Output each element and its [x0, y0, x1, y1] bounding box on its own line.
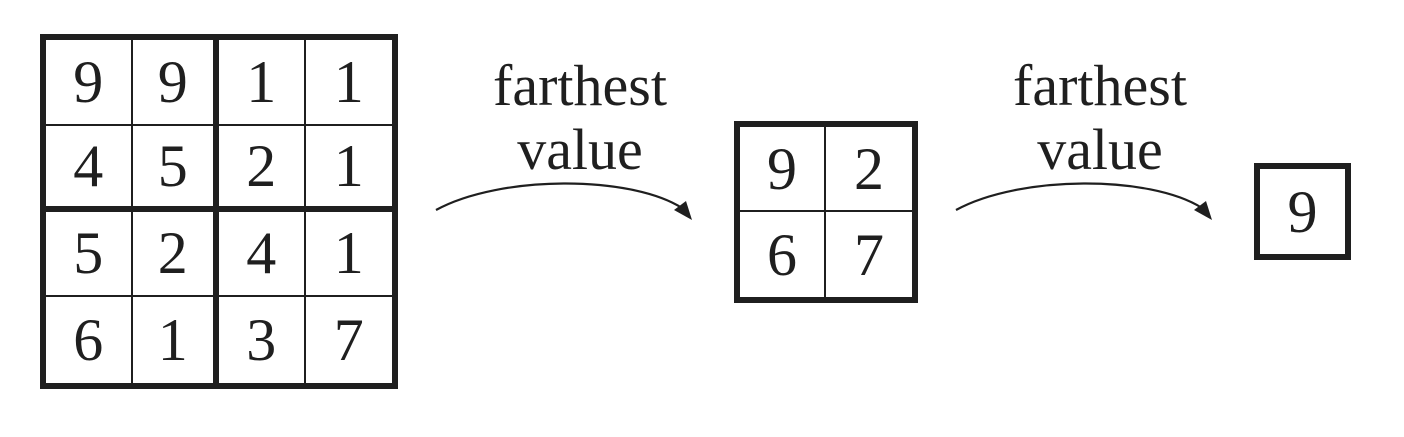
curved-arrow-2	[955, 182, 1212, 220]
grid-cell: 1	[305, 212, 392, 298]
grid-cell: 1	[133, 297, 219, 383]
grid-cell: 2	[219, 125, 306, 212]
curved-arrow-1	[435, 182, 692, 220]
grid-cell: 7	[854, 221, 884, 288]
grid-cell: 5	[46, 211, 133, 298]
label-line-farthest: farthest	[1013, 53, 1187, 118]
grid-cell: 1	[305, 40, 392, 126]
grid-cell: 5	[132, 125, 219, 212]
grid-cell: 7	[333, 307, 364, 374]
final-grid: 9	[1254, 163, 1351, 260]
grid-cell: 6	[46, 297, 133, 383]
grid-cell: 9	[46, 40, 133, 126]
grid-cell: 6	[740, 212, 826, 297]
grid-cell: 9	[132, 40, 219, 126]
label-line-farthest: farthest	[493, 53, 667, 118]
grid-cell: 3	[219, 297, 306, 383]
grid-cell: 4	[219, 211, 306, 298]
grid-cell: 9	[1287, 178, 1318, 245]
grid-cell: 4	[46, 125, 133, 212]
arrow-2-curve	[955, 182, 1203, 211]
arrow-1-curve	[435, 182, 683, 211]
grid-cell: 9	[740, 127, 826, 212]
grid-cell: 2	[826, 127, 912, 212]
farthest-value-label-2: farthest value	[970, 54, 1230, 182]
grid-cell: 1	[305, 126, 392, 212]
farthest-value-label-1: farthest value	[450, 54, 710, 182]
input-grid: 9911452152416137	[40, 34, 398, 389]
pooled-grid: 9267	[734, 121, 918, 303]
grid-cell: 1	[219, 40, 306, 126]
grid-cell: 2	[132, 211, 219, 298]
